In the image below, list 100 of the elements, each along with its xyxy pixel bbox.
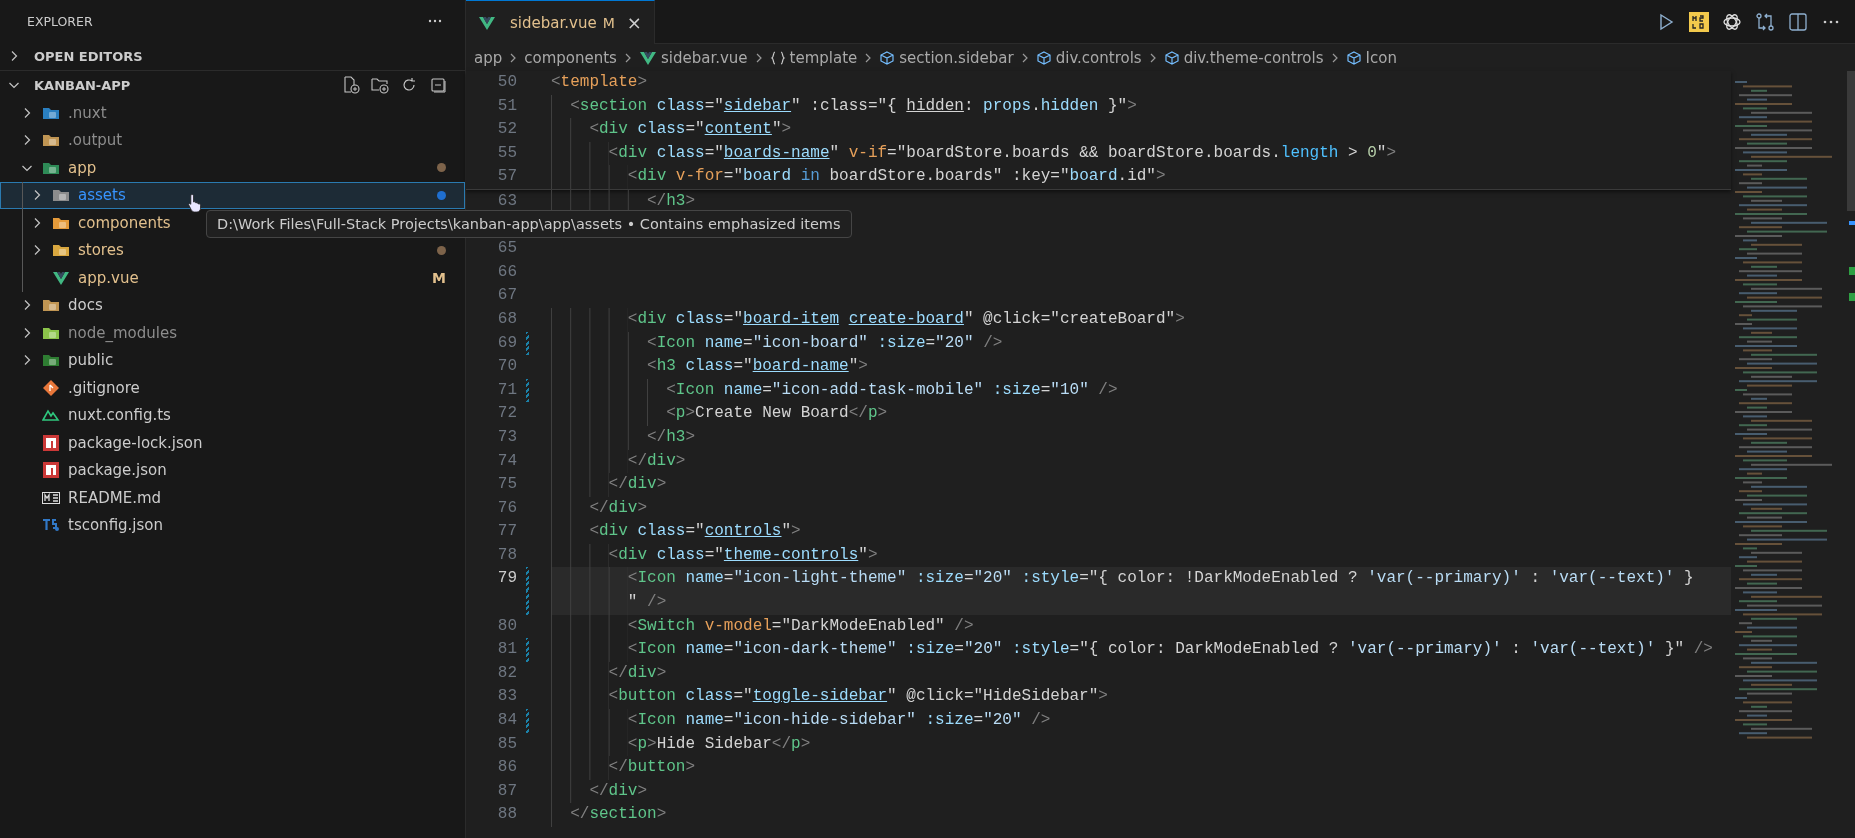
tree-item[interactable]: assets (0, 181, 465, 209)
tree-item[interactable]: public (0, 346, 133, 374)
line-number: 68 (496, 308, 517, 330)
code-line: <Icon name="icon-add-task-mobile" :size="10" /> (666, 379, 1118, 401)
new-folder-icon[interactable] (371, 76, 389, 94)
document-icon (42, 489, 60, 506)
code-line: </div> (589, 497, 648, 519)
braces-icon (769, 49, 786, 66)
split-editor-icon[interactable] (1788, 11, 1808, 32)
line-number: 71 (496, 379, 517, 401)
code-line: </h3> (647, 426, 696, 448)
section-header[interactable]: OPEN EDITORS (0, 42, 465, 70)
code-line: </div> (589, 780, 648, 802)
line-number: 67 (496, 285, 517, 307)
knot-icon[interactable] (1722, 11, 1742, 32)
code-line: <div class="content"> (589, 119, 792, 141)
line-number: 84 (496, 710, 517, 732)
breadcrumb-item[interactable]: div.controls (1055, 48, 1142, 67)
compare-changes-icon[interactable] (1755, 11, 1775, 32)
tree-item[interactable]: node_modules (0, 319, 196, 347)
line-number: 65 (496, 238, 517, 260)
tree-item[interactable]: tsconfig.json (0, 511, 183, 539)
code-line: <Icon name="icon-hide-sidebar" :size="20" /> (627, 710, 1051, 732)
code-line: </button> (608, 757, 696, 779)
square-icon (42, 462, 60, 479)
line-number: 79 (496, 568, 517, 590)
diamond-icon (42, 379, 60, 396)
line-number: 77 (496, 521, 517, 543)
refresh-icon[interactable] (400, 76, 418, 94)
tooltip: D:\Work Files\Full-Stack Projects\kanban-app\app\assets • Contains emphasized items (206, 210, 852, 238)
breadcrumb-item[interactable]: section.sidebar (899, 48, 1014, 67)
tree-item[interactable]: nuxt.config.ts (0, 401, 190, 429)
line-number: 69 (496, 332, 517, 354)
tree-item[interactable]: app (0, 154, 465, 182)
tree-item[interactable]: docs (0, 291, 122, 319)
code-line: <h3 class="board-name"> (647, 356, 868, 378)
code-line: <Switch v-model="DarkModeEnabled" /> (627, 615, 974, 637)
folder-icon (42, 132, 60, 149)
v-shape-icon (52, 269, 70, 286)
cube-icon (1345, 49, 1362, 66)
tree-item[interactable]: .output (0, 126, 142, 154)
collapse-all-icon[interactable] (429, 76, 447, 94)
code-line: </div> (608, 474, 667, 496)
section-header[interactable]: KANBAN-APP (0, 70, 465, 99)
tree-item[interactable]: package-lock.json (0, 429, 222, 457)
code-line: <p>Hide Sidebar</p> (627, 733, 811, 755)
editor-tab[interactable]: sidebar.vue M × (466, 0, 655, 44)
tree-item[interactable]: .nuxt (0, 99, 126, 127)
tree-item[interactable]: components (0, 209, 190, 237)
line-number: 76 (496, 497, 517, 519)
line-number: 75 (496, 474, 517, 496)
v-shape-icon (478, 14, 496, 31)
cube-icon (1035, 49, 1052, 66)
code-line: </h3> (647, 190, 696, 212)
code-line: <section class="sidebar" :class="{ hidden: props.hidden }"> (570, 95, 1137, 117)
breadcrumb-item[interactable]: components (524, 48, 617, 67)
code-line: </section> (570, 804, 667, 826)
breadcrumb-item[interactable]: div.theme-controls (1183, 48, 1324, 67)
breadcrumb-item[interactable]: app (474, 48, 503, 67)
line-number: 74 (496, 450, 517, 472)
line-number: 70 (496, 356, 517, 378)
panel-title: EXPLORER (27, 13, 93, 29)
code-line: <div class="theme-controls"> (608, 544, 878, 566)
mountain-icon (42, 407, 60, 424)
config-file-icon (42, 517, 60, 534)
tree-item[interactable]: app.vue M (0, 264, 465, 292)
breadcrumb-item[interactable]: sidebar.vue (660, 48, 748, 67)
v-shape-icon (638, 49, 657, 66)
breadcrumb-item[interactable]: template (789, 48, 858, 67)
line-number: 80 (496, 615, 517, 637)
code-line: <Icon name="icon-light-theme" :size="20" :style="{ color: !DarkModeEnabled ? 'var(--primary)' : 'var(--text)' } (627, 568, 1694, 590)
tree-item[interactable]: package.json (0, 456, 186, 484)
close-button[interactable]: × (626, 12, 642, 33)
code-line: <p>Create New Board</p> (666, 403, 888, 425)
tree-item[interactable]: .gitignore (0, 374, 159, 402)
line-number: 73 (496, 426, 517, 448)
code-line: <div class="controls"> (589, 521, 801, 543)
tree-item[interactable]: README.md (0, 484, 181, 512)
code-line: </div> (627, 450, 686, 472)
line-number: 85 (496, 733, 517, 755)
breadcrumb-item[interactable]: Icon (1365, 48, 1397, 67)
new-file-icon[interactable] (342, 76, 360, 94)
folder-icon (42, 297, 60, 314)
folder-icon (52, 242, 70, 259)
pointer-cursor-icon (187, 193, 203, 213)
code-line: <template> (551, 72, 648, 93)
square-icon (42, 434, 60, 451)
code-line: <div v-for="board in boardStore.boards" :key="board.id"> (627, 166, 1166, 188)
line-number: 86 (496, 757, 517, 779)
line-number: 81 (496, 639, 517, 661)
line-number: 57 (496, 166, 517, 188)
line-number: 63 (496, 190, 517, 212)
tree-item[interactable]: stores (0, 236, 465, 264)
line-number: 50 (496, 72, 517, 93)
cube-icon (1163, 49, 1180, 66)
code-line: <div class="board-item create-board" @click="createBoard"> (627, 308, 1185, 330)
line-number: 87 (496, 780, 517, 802)
grid-icon[interactable] (1689, 11, 1709, 32)
line-number: 88 (496, 804, 517, 826)
line-number: 66 (496, 261, 517, 283)
